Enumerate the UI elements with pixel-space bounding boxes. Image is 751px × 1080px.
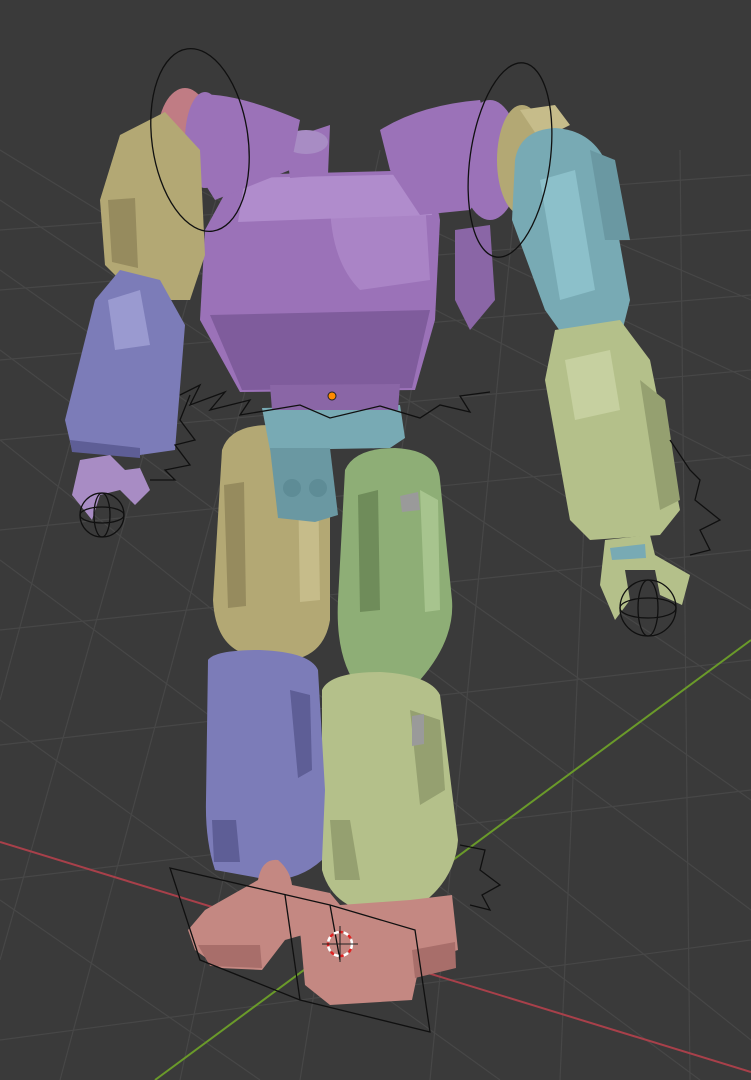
- 3d-viewport[interactable]: [0, 0, 751, 1080]
- right-forearm[interactable]: [545, 320, 680, 540]
- right-thigh[interactable]: [337, 448, 453, 690]
- robot-model[interactable]: [65, 88, 690, 1005]
- left-forearm[interactable]: [65, 270, 185, 458]
- left-shin[interactable]: [205, 650, 325, 880]
- left-hand-ik-sphere[interactable]: [79, 492, 125, 538]
- torso[interactable]: [200, 170, 440, 410]
- right-shin[interactable]: [322, 672, 458, 910]
- right-foot-control-spikes[interactable]: [459, 844, 502, 911]
- right-hand-ik-sphere[interactable]: [619, 579, 677, 637]
- object-origin: [327, 391, 337, 401]
- right-upper-arm[interactable]: [512, 128, 630, 345]
- left-upper-arm[interactable]: [100, 112, 205, 300]
